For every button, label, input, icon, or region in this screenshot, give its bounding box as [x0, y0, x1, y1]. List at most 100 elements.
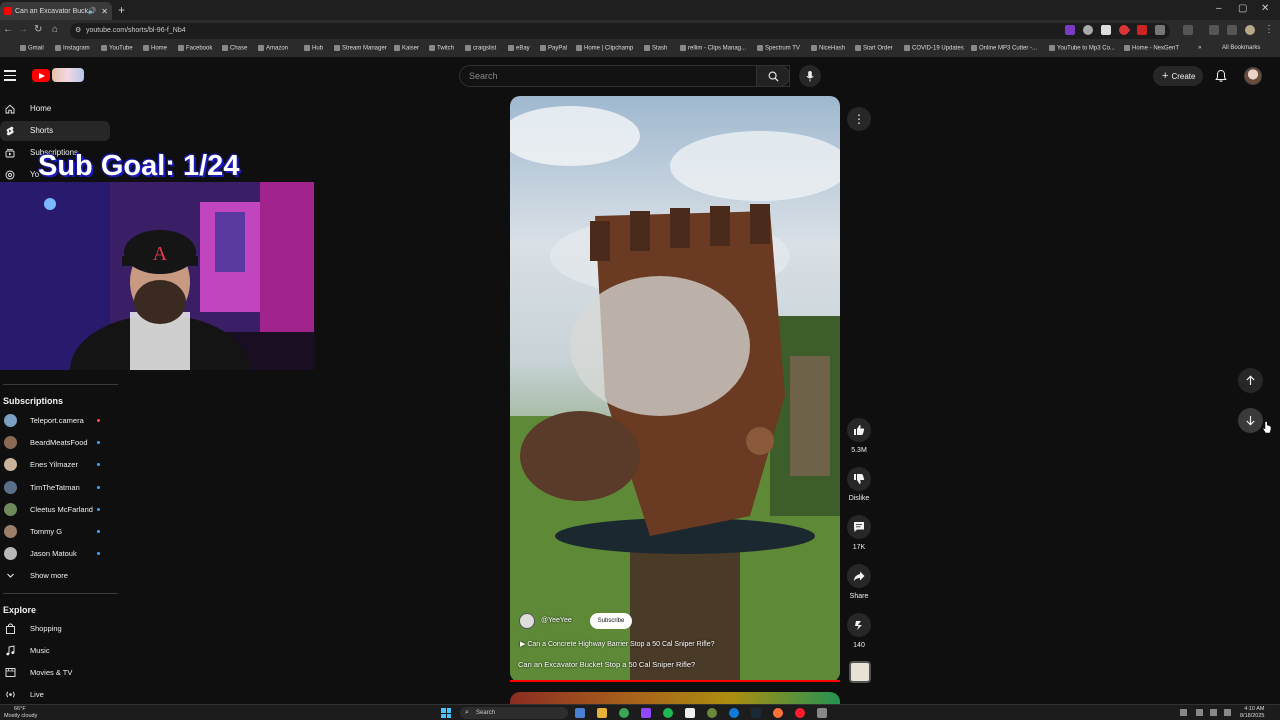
site-info-icon[interactable]: ⚙	[75, 23, 81, 39]
bookmark-item[interactable]: YouTube to Mp3 Co...	[1049, 45, 1115, 52]
bookmark-item[interactable]: Facebook	[178, 45, 212, 52]
subscribe-button[interactable]: Subscribe	[590, 613, 632, 629]
bookmark-item[interactable]: eBay	[508, 45, 530, 52]
like-button[interactable]	[847, 418, 871, 442]
subscription-item[interactable]: TimTheTatman	[0, 479, 110, 497]
browser-tab[interactable]: Can an Excavator Bucket St 🔊 ✕	[0, 2, 112, 20]
next-short-button[interactable]	[1238, 408, 1263, 433]
bookmark-item[interactable]: Home | Clipchamp	[576, 45, 633, 52]
bookmark-item[interactable]: PayPal	[540, 45, 567, 52]
address-bar[interactable]: ⚙ youtube.com/shorts/bl-96-f_Nb4 ▭ ⌕ ☆	[70, 23, 1170, 39]
edge-icon[interactable]	[729, 708, 739, 718]
taskbar-search[interactable]: ⌕ Search	[460, 707, 568, 719]
show-more-button[interactable]: Show more	[0, 567, 110, 585]
related-video-link[interactable]: ▶ Can a Concrete Highway Barrier Stop a …	[520, 640, 714, 648]
taskbar-clock[interactable]: 4:10 AM 8/18/2025	[1240, 706, 1264, 719]
more-options-button[interactable]: ⋮	[847, 107, 871, 131]
search-button[interactable]	[756, 65, 790, 87]
sidebar-item-shopping[interactable]: Shopping	[0, 620, 110, 638]
bookmark-item[interactable]: Amazon	[258, 45, 288, 52]
bookmark-item[interactable]: Gmail	[20, 45, 44, 52]
steam-icon[interactable]	[751, 708, 761, 718]
subscription-item[interactable]: Enes Yilmazer	[0, 456, 110, 474]
windows-start-icon[interactable]	[441, 708, 451, 718]
bookmark-item[interactable]: Home	[143, 45, 167, 52]
subscription-item[interactable]: BeardMeatsFood	[0, 434, 110, 452]
channel-handle[interactable]: @YeeYee	[541, 617, 572, 624]
tray-chevron-icon[interactable]	[1180, 709, 1187, 716]
bookmark-item[interactable]: craigslist	[465, 45, 496, 52]
forward-icon[interactable]: →	[18, 24, 28, 35]
remix-button[interactable]	[847, 613, 871, 637]
bookmark-item[interactable]: Chase	[222, 45, 247, 52]
speaker-icon[interactable]: 🔊	[88, 7, 97, 15]
volume-icon[interactable]	[1224, 709, 1231, 716]
reload-icon[interactable]: ↻	[34, 24, 42, 35]
bookmark-item[interactable]: Start Order	[855, 45, 893, 52]
spotify-icon[interactable]	[663, 708, 673, 718]
weather-widget[interactable]: 66°F Mostly cloudy	[4, 706, 37, 719]
search-input[interactable]: Search	[459, 65, 790, 87]
extension-red-icon[interactable]	[1119, 25, 1129, 35]
more-bookmarks-icon[interactable]: »	[1198, 45, 1201, 51]
bookmark-item[interactable]: rellim - Clips Manag...	[680, 45, 746, 52]
share-button[interactable]	[847, 564, 871, 588]
comments-button[interactable]	[847, 515, 871, 539]
voice-search-button[interactable]	[799, 65, 821, 87]
subscription-item[interactable]: Teleport.camera	[0, 412, 110, 430]
sidepanel-icon[interactable]	[1183, 25, 1193, 35]
opera-icon[interactable]	[795, 708, 805, 718]
bookmark-item[interactable]: Stash	[644, 45, 667, 52]
xbox-icon[interactable]	[707, 708, 717, 718]
browser-menu-icon[interactable]: ⋮	[1264, 24, 1274, 35]
twitch-icon[interactable]	[641, 708, 651, 718]
video-progress-bar[interactable]	[510, 680, 840, 682]
wifi-icon[interactable]	[1210, 709, 1217, 716]
profile-icon[interactable]	[1245, 25, 1255, 35]
sidebar-item-movies[interactable]: Movies & TV	[0, 664, 110, 682]
youtube-logo[interactable]	[32, 68, 84, 84]
bookmark-item[interactable]: Twitch	[429, 45, 454, 52]
notifications-bell-icon[interactable]	[1214, 69, 1228, 83]
extension-gray-icon[interactable]	[1083, 25, 1093, 35]
shorts-video-player[interactable]	[510, 96, 840, 682]
previous-short-button[interactable]	[1238, 368, 1263, 393]
channel-avatar[interactable]	[519, 613, 535, 629]
back-icon[interactable]: ←	[3, 24, 13, 35]
maximize-icon[interactable]: ▢	[1238, 3, 1247, 14]
sidebar-item-home[interactable]: Home	[0, 99, 110, 119]
close-window-icon[interactable]: ✕	[1261, 3, 1269, 14]
bookmark-item[interactable]: Kaiser	[394, 45, 419, 52]
edit-icon[interactable]	[1227, 25, 1237, 35]
chrome-icon[interactable]	[619, 708, 629, 718]
bookmark-item[interactable]: Online MP3 Cutter -...	[971, 45, 1037, 52]
bookmark-item[interactable]: Hub	[304, 45, 323, 52]
sidebar-item-music[interactable]: Music	[0, 642, 110, 660]
obs-icon[interactable]	[685, 708, 695, 718]
bookmark-item[interactable]: YouTube	[101, 45, 133, 52]
subscription-item[interactable]: Cleetus McFarland	[0, 501, 110, 519]
pdf-extension-icon[interactable]	[1137, 25, 1147, 35]
bookmark-item[interactable]: NiceHash	[811, 45, 845, 52]
new-tab-icon[interactable]: +	[118, 3, 125, 17]
bookmark-item[interactable]: Spectrum TV	[757, 45, 800, 52]
bookmark-item[interactable]: COVID-19 Updates	[904, 45, 964, 52]
subscription-item[interactable]: Tommy G	[0, 523, 110, 541]
minimize-icon[interactable]: –	[1216, 3, 1222, 14]
account-avatar[interactable]	[1244, 67, 1262, 85]
bookmark-item[interactable]: Stream Manager	[334, 45, 387, 52]
extension-purple-icon[interactable]	[1065, 25, 1075, 35]
sidebar-item-shorts[interactable]: Shorts	[0, 121, 110, 141]
sidebar-item-live[interactable]: Live	[0, 686, 110, 704]
task-view-icon[interactable]	[575, 708, 585, 718]
all-bookmarks-button[interactable]: All Bookmarks	[1222, 45, 1260, 51]
download-icon[interactable]	[1209, 25, 1219, 35]
extension-white-icon[interactable]	[1101, 25, 1111, 35]
file-explorer-icon[interactable]	[597, 708, 607, 718]
sound-source-thumbnail[interactable]	[849, 661, 871, 683]
extensions-puzzle-icon[interactable]	[1155, 25, 1165, 35]
subscription-item[interactable]: Jason Matouk	[0, 545, 110, 563]
create-button[interactable]: + Create	[1153, 66, 1203, 86]
microphone-tray-icon[interactable]	[1196, 709, 1203, 716]
home-icon[interactable]: ⌂	[52, 24, 58, 35]
